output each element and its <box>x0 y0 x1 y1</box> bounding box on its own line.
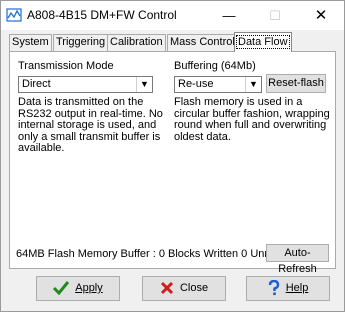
auto-refresh-button[interactable]: Auto-Refresh <box>266 244 329 275</box>
window-title: A808-4B15 DM+FW Control <box>27 8 177 22</box>
tab-system[interactable]: System <box>9 34 52 51</box>
apply-button[interactable]: Apply <box>36 276 120 301</box>
buffering-value: Re-use <box>178 78 214 90</box>
data-flow-panel: Transmission Mode Direct ▼ Data is trans… <box>9 51 336 275</box>
close-button[interactable]: Close <box>142 276 226 301</box>
buffering-select[interactable]: Re-use ▼ <box>174 76 262 93</box>
transmission-mode-select[interactable]: Direct ▼ <box>18 76 153 93</box>
app-window: A808-4B15 DM+FW Control — ☐ ✕ System Tri… <box>0 0 345 312</box>
transmission-mode-value: Direct <box>22 78 51 90</box>
question-mark-icon <box>268 280 279 296</box>
reset-flash-button[interactable]: Reset-flash <box>266 74 326 93</box>
checkmark-icon <box>53 281 70 296</box>
close-window-button[interactable]: ✕ <box>298 1 344 30</box>
transmission-description: Data is transmitted on the RS232 output … <box>18 96 163 154</box>
transmission-mode-label: Transmission Mode <box>18 60 114 72</box>
cross-icon <box>160 282 173 295</box>
app-icon <box>6 8 22 22</box>
buffering-label: Buffering (64Mb) <box>174 60 256 72</box>
tab-triggering[interactable]: Triggering <box>53 34 109 51</box>
close-label: Close <box>179 282 209 294</box>
help-label: Help <box>285 282 309 294</box>
chevron-down-icon: ▼ <box>136 77 152 92</box>
help-button[interactable]: Help <box>246 276 330 301</box>
apply-label: Apply <box>75 282 103 294</box>
tab-data-flow[interactable]: Data Flow <box>234 32 292 52</box>
flash-status-text: 64MB Flash Memory Buffer : 0 Blocks Writ… <box>16 248 266 260</box>
chevron-down-icon: ▼ <box>245 77 261 92</box>
buffering-description: Flash memory is used in a circular buffe… <box>174 96 330 143</box>
tab-calibration[interactable]: Calibration <box>107 34 166 51</box>
title-bar: A808-4B15 DM+FW Control — ☐ ✕ <box>1 1 344 30</box>
maximize-button[interactable]: ☐ <box>252 1 298 30</box>
minimize-button[interactable]: — <box>206 1 252 30</box>
tab-mass-control[interactable]: Mass Control <box>167 34 238 51</box>
